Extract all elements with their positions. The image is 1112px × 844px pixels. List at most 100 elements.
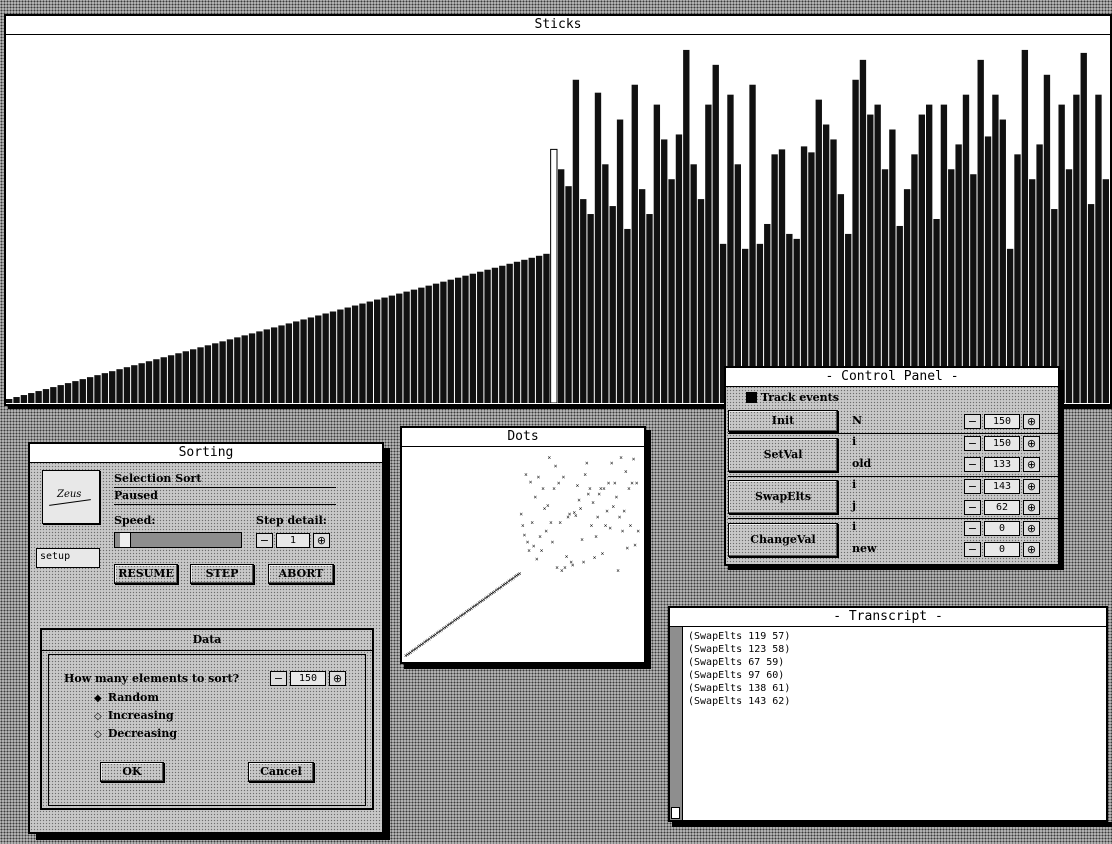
changeval-i-decrement[interactable]: − <box>964 521 981 536</box>
stick-bar <box>13 397 20 403</box>
abort-button[interactable]: ABORT <box>268 564 334 584</box>
swapelts-button[interactable]: SwapElts <box>728 480 838 514</box>
sorting-title[interactable]: Sorting <box>30 444 382 463</box>
stick-bar <box>322 313 329 403</box>
transcript-log: (SwapElts 119 57) (SwapElts 123 58) (SwapE… <box>688 630 790 708</box>
dot-point: × <box>585 460 589 467</box>
setup-field[interactable]: setup <box>36 548 100 568</box>
changeval-i-increment[interactable]: ⊕ <box>1023 521 1040 536</box>
stick-bar <box>1065 169 1073 403</box>
option-decreasing-label: Decreasing <box>107 727 178 740</box>
stick-bar <box>1073 94 1080 403</box>
setval-i-decrement[interactable]: − <box>964 436 981 451</box>
stick-bar <box>749 84 756 403</box>
transcript-line: (SwapElts 138 61) <box>688 683 791 694</box>
transcript-scrollbar[interactable] <box>670 627 683 820</box>
swapelts-i-increment[interactable]: ⊕ <box>1023 479 1040 494</box>
step-detail-value[interactable]: 1 <box>276 533 310 548</box>
stick-bar <box>668 179 675 403</box>
stick-bar <box>278 325 285 403</box>
swapelts-j-increment[interactable]: ⊕ <box>1023 500 1040 515</box>
swapelts-j-value[interactable]: 62 <box>984 500 1020 515</box>
dot-point: × <box>529 479 533 486</box>
swapelts-i-value[interactable]: 143 <box>984 479 1020 494</box>
count-stepper[interactable]: − 150 ⊕ <box>270 670 346 687</box>
stick-bar <box>1021 49 1029 403</box>
stick-bar <box>374 299 381 403</box>
dot-point: × <box>540 548 544 555</box>
setval-i-stepper[interactable]: − 150 ⊕ <box>964 435 1040 452</box>
init-n-decrement[interactable]: − <box>964 414 981 429</box>
step-detail-decrement[interactable]: − <box>256 533 273 548</box>
count-increment[interactable]: ⊕ <box>329 671 346 686</box>
sticks-title[interactable]: Sticks <box>6 16 1110 35</box>
init-n-increment[interactable]: ⊕ <box>1023 414 1040 429</box>
changeval-new-decrement[interactable]: − <box>964 542 981 557</box>
dot-point: × <box>534 494 538 501</box>
changeval-new-stepper[interactable]: − 0 ⊕ <box>964 541 1040 558</box>
step-detail-increment[interactable]: ⊕ <box>313 533 330 548</box>
changeval-new-label: new <box>852 542 877 555</box>
transcript-title[interactable]: - Transcript - <box>670 608 1106 627</box>
stick-bar <box>425 285 432 403</box>
dot-point: × <box>602 486 606 493</box>
stick-bar <box>690 164 697 403</box>
track-events-toggle[interactable]: Track events <box>746 390 839 406</box>
setval-old-increment[interactable]: ⊕ <box>1023 457 1040 472</box>
option-decreasing[interactable]: ◇ Decreasing <box>94 726 177 742</box>
setval-old-stepper[interactable]: − 133 ⊕ <box>964 456 1040 473</box>
resume-button[interactable]: RESUME <box>114 564 178 584</box>
changeval-button[interactable]: ChangeVal <box>728 523 838 557</box>
speed-slider-thumb[interactable] <box>120 533 132 547</box>
setval-i-increment[interactable]: ⊕ <box>1023 436 1040 451</box>
init-n-value[interactable]: 150 <box>984 414 1020 429</box>
step-detail-stepper[interactable]: − 1 ⊕ <box>256 532 330 549</box>
transcript-scroll-thumb[interactable] <box>671 807 680 819</box>
dot-point: × <box>629 522 633 529</box>
changeval-i-stepper[interactable]: − 0 ⊕ <box>964 520 1040 537</box>
stick-bar <box>300 319 307 403</box>
dot-point: × <box>607 480 611 487</box>
cancel-button[interactable]: Cancel <box>248 762 314 782</box>
swapelts-j-stepper[interactable]: − 62 ⊕ <box>964 499 1040 516</box>
setval-i-value[interactable]: 150 <box>984 436 1020 451</box>
step-button[interactable]: STEP <box>190 564 254 584</box>
stick-bar <box>683 49 690 403</box>
stick-bar <box>918 114 925 403</box>
option-increasing[interactable]: ◇ Increasing <box>94 708 174 724</box>
count-decrement[interactable]: − <box>270 671 287 686</box>
setval-old-decrement[interactable]: − <box>964 457 981 472</box>
stick-bar <box>653 104 661 403</box>
setval-old-value[interactable]: 133 <box>984 457 1020 472</box>
dot-point: × <box>588 486 592 493</box>
init-n-stepper[interactable]: − 150 ⊕ <box>964 413 1040 430</box>
swapelts-i-stepper[interactable]: − 143 ⊕ <box>964 478 1040 495</box>
dots-title[interactable]: Dots <box>402 428 644 447</box>
stick-bar <box>705 104 712 403</box>
transcript-line: (SwapElts 67 59) <box>688 657 785 668</box>
setval-old-label: old <box>852 457 872 470</box>
dot-point: × <box>541 486 545 493</box>
speed-slider[interactable] <box>114 532 242 548</box>
stick-bar <box>72 381 79 403</box>
swapelts-j-decrement[interactable]: − <box>964 500 981 515</box>
setval-button[interactable]: SetVal <box>728 438 838 472</box>
swapelts-i-decrement[interactable]: − <box>964 479 981 494</box>
stick-bar <box>940 104 948 403</box>
dot-point: × <box>562 474 566 481</box>
stick-bar <box>484 269 491 403</box>
ok-button[interactable]: OK <box>100 762 164 782</box>
stick-bar <box>329 311 337 403</box>
track-events-label: Track events <box>760 391 839 404</box>
stick-bar <box>1080 52 1087 403</box>
changeval-i-value[interactable]: 0 <box>984 521 1020 536</box>
option-random[interactable]: ◆ Random <box>94 690 159 706</box>
control-panel-title[interactable]: - Control Panel - <box>726 368 1058 387</box>
changeval-new-value[interactable]: 0 <box>984 542 1020 557</box>
count-value[interactable]: 150 <box>290 671 326 686</box>
stick-bar <box>477 271 484 403</box>
init-button[interactable]: Init <box>728 410 838 432</box>
changeval-new-increment[interactable]: ⊕ <box>1023 542 1040 557</box>
dot-point: × <box>632 456 636 463</box>
changeval-i-label: i <box>852 520 857 533</box>
